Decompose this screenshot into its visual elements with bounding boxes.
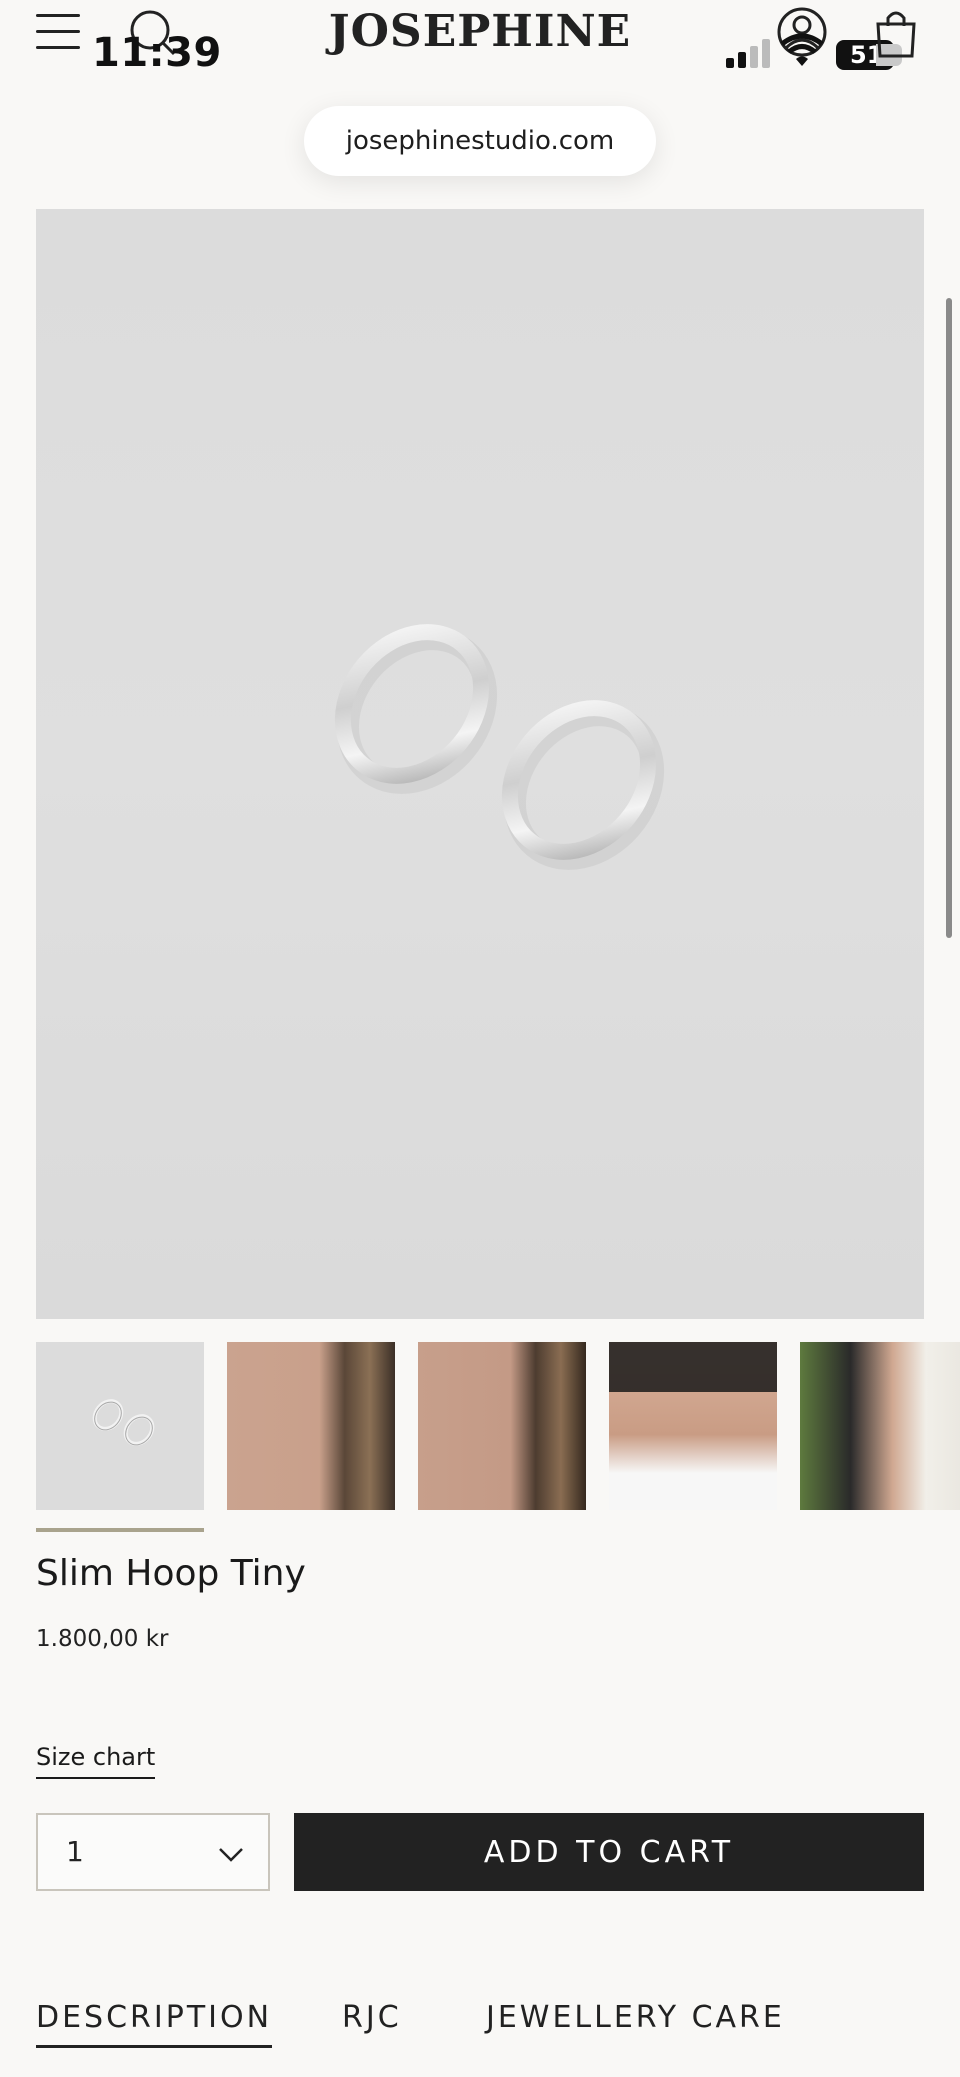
thumbnail-4[interactable] (609, 1342, 777, 1510)
sunglasses-shape (609, 1342, 777, 1392)
thumbnail-3[interactable] (418, 1342, 586, 1510)
hoop-earrings-image (334, 624, 665, 870)
active-thumbnail-indicator (36, 1528, 204, 1532)
tab-rjc[interactable]: RJC (342, 2000, 402, 2035)
product-price: 1.800,00 kr (36, 1626, 169, 1652)
thumbnail-strip (36, 1342, 960, 1510)
thumbnail-1[interactable] (36, 1342, 204, 1510)
quantity-value: 1 (66, 1835, 84, 1868)
url-bar[interactable]: josephinestudio.com (304, 106, 656, 176)
thumbnail-2[interactable] (227, 1342, 395, 1510)
signal-icon (726, 39, 770, 68)
thumbnail-5[interactable] (800, 1342, 960, 1510)
status-time: 11:39 (92, 30, 222, 76)
bag-icon[interactable] (872, 8, 920, 60)
chevron-down-icon (219, 1848, 243, 1862)
size-chart-link[interactable]: Size chart (36, 1743, 156, 1779)
page-scrollbar[interactable] (946, 298, 952, 938)
tab-jewellery-care[interactable]: JEWELLERY CARE (486, 2000, 785, 2035)
wifi-icon (780, 33, 824, 66)
hoop-thumbnail-graphic (92, 1399, 155, 1446)
add-to-cart-button[interactable]: ADD TO CART (294, 1813, 924, 1891)
tab-description[interactable]: DESCRIPTION (36, 2000, 273, 2048)
product-title: Slim Hoop Tiny (36, 1553, 306, 1594)
quantity-select[interactable]: 1 (36, 1813, 270, 1891)
product-main-image[interactable] (36, 209, 924, 1319)
